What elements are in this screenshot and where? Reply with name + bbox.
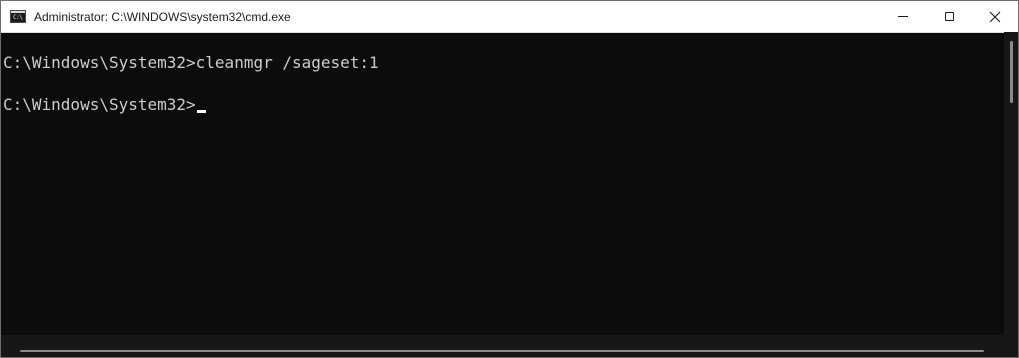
cmd-icon-label: C:\ (13, 14, 23, 21)
horizontal-scrollbar-thumb[interactable] (20, 350, 984, 352)
close-icon (989, 11, 1001, 22)
maximize-icon (944, 12, 954, 21)
cmd-window: C:\ Administrator: C:\WINDOWS\system32\c… (0, 0, 1019, 358)
cmd-icon[interactable]: C:\ (10, 10, 26, 23)
console-line-prompt: C:\Windows\System32> (3, 94, 1004, 115)
vertical-scrollbar[interactable] (1004, 32, 1018, 335)
maximize-button[interactable] (926, 1, 972, 32)
minimize-icon (898, 16, 908, 17)
close-button[interactable] (972, 1, 1018, 32)
text-cursor (196, 110, 206, 113)
vertical-scrollbar-thumb[interactable] (1010, 41, 1013, 103)
title-bar[interactable]: C:\ Administrator: C:\WINDOWS\system32\c… (1, 1, 1018, 33)
minimize-button[interactable] (880, 1, 926, 32)
window-title: Administrator: C:\WINDOWS\system32\cmd.e… (34, 10, 291, 24)
prompt-text: C:\Windows\System32> (3, 95, 196, 114)
console-output[interactable]: C:\Windows\System32>cleanmgr /sageset:1 … (1, 32, 1004, 335)
console-line-command: C:\Windows\System32>cleanmgr /sageset:1 (3, 53, 379, 72)
horizontal-scrollbar[interactable] (1, 335, 1018, 357)
